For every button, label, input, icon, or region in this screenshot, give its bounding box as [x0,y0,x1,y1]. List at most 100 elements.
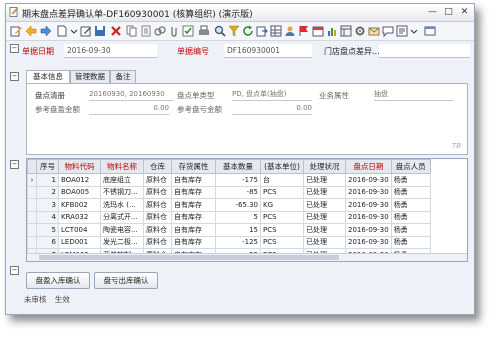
cell-base-unit[interactable]: PCS [260,210,304,224]
cell-process-status[interactable]: 已处理 [303,198,346,212]
cell-material-name[interactable]: 分离式开... [100,210,144,224]
cell-warehouse[interactable]: 原料仓 [143,198,172,212]
cell-stocktake-person[interactable]: 杨勇 [390,173,431,187]
minimize-button[interactable]: — [426,6,439,18]
new-icon[interactable] [56,25,68,37]
stocktake-field[interactable]: 20160930, 20160930 [89,89,174,101]
cell-stock-attribute[interactable]: 自有库存 [171,185,216,199]
col-header-status[interactable]: 处理状况 [303,159,346,174]
cell-stocktake-date[interactable]: 2016-09-30 [345,185,392,199]
cell-process-status[interactable]: 已处理 [303,185,346,199]
cell-stocktake-person[interactable]: 杨勇 [390,210,431,224]
user-icon[interactable] [284,25,296,37]
collapse-toggle-actions[interactable]: − [10,266,19,275]
col-header-date[interactable]: 盘点日期 [345,159,392,174]
col-header-person[interactable]: 盘点人员 [390,159,431,174]
cell-material-name[interactable]: 洗玛水 (... [100,198,144,212]
cell-warehouse[interactable]: 原料仓 [143,210,172,224]
cell-material-name[interactable]: 底座组立 [100,173,144,187]
cell-material-code[interactable]: KRA032 [58,210,101,224]
cell-warehouse[interactable]: 原料仓 [143,185,172,199]
row-pointer[interactable] [27,185,37,199]
cell-row-number[interactable]: 4 [36,210,59,224]
cell-stocktake-date[interactable]: 2016-09-30 [345,223,392,237]
col-header-base-qty[interactable]: 基本数量 [215,159,261,174]
cell-stocktake-person[interactable]: 杨勇 [390,185,431,199]
export-icon[interactable] [256,25,268,37]
cell-row-number[interactable]: 1 [36,173,59,187]
cell-stock-attribute[interactable]: 自有库存 [171,198,216,212]
profit-confirm-button[interactable]: 盘盈入库确认 [26,272,90,289]
row-pointer[interactable] [27,198,37,212]
cell-base-quantity[interactable]: -125 [215,235,261,249]
cell-stock-attribute[interactable]: 自有库存 [171,235,216,249]
cell-row-number[interactable]: 6 [36,235,59,249]
cell-stock-attribute[interactable]: 自有库存 [171,223,216,237]
back-icon[interactable] [25,25,37,37]
cell-process-status[interactable]: 已处理 [303,173,346,187]
delete-icon[interactable] [110,25,122,37]
cell-stocktake-person[interactable]: 杨勇 [390,198,431,212]
cell-stock-attribute[interactable]: 自有库存 [171,173,216,187]
chart-icon[interactable] [326,25,338,37]
table-icon[interactable] [340,25,352,37]
chevron-down-icon[interactable] [408,25,420,37]
maximize-button[interactable]: □ [442,6,455,18]
search-icon[interactable] [214,25,226,37]
cell-stocktake-person[interactable]: 杨勇 [390,235,431,249]
row-pointer[interactable] [27,210,37,224]
cell-material-name[interactable]: 不锈钢刀... [100,185,144,199]
cell-stocktake-date[interactable]: 2016-09-30 [345,198,392,212]
horizontal-scrollbar[interactable] [27,253,467,261]
col-header-stock-attr[interactable]: 存货属性 [171,159,216,174]
cell-warehouse[interactable]: 原料仓 [143,173,172,187]
loss-confirm-button[interactable]: 盘亏出库确认 [94,272,158,289]
cell-warehouse[interactable]: 原料仓 [143,235,172,249]
date-field[interactable]: 2016-09-30 [64,44,157,58]
cell-warehouse[interactable]: 原料仓 [143,223,172,237]
cell-process-status[interactable]: 已处理 [303,210,346,224]
table-row[interactable]: 5 LCT004 陶瓷电容... 原料仓 自有库存 15 PCS 已处理 2016-09-30 杨… [27,223,431,237]
tab-management-data[interactable]: 管理数据 [70,70,110,83]
table-row[interactable]: 3 KFB002 洗玛水 (... 原料仓 自有库存 -65.30 KG 已处理 2016-09… [27,198,431,212]
cell-material-code[interactable]: KFB002 [58,198,101,212]
cell-base-unit[interactable]: 台 [260,173,304,187]
cell-stocktake-person[interactable]: 杨勇 [390,223,431,237]
message-icon[interactable] [382,25,394,37]
cell-base-unit[interactable]: KG [260,198,304,212]
cell-process-status[interactable]: 已处理 [303,235,346,249]
tab-basic-info[interactable]: 基本信息 [26,70,70,84]
document-icon[interactable] [140,25,152,37]
table-row[interactable]: 4 KRA032 分离式开... 原料仓 自有库存 5 PCS 已处理 2016-09-30 杨勇 [27,210,431,224]
link-icon[interactable] [154,25,166,37]
save-icon[interactable] [94,25,106,37]
modify-icon[interactable] [80,25,92,37]
tab-remarks[interactable]: 备注 [110,70,136,83]
cell-row-number[interactable]: 3 [36,198,59,212]
cell-base-unit[interactable]: PCS [260,223,304,237]
cell-stock-attribute[interactable]: 自有库存 [171,210,216,224]
row-pointer[interactable] [27,223,37,237]
cell-material-code[interactable]: LED001 [58,235,101,249]
edit-icon[interactable] [10,25,22,37]
table-row[interactable]: 6 LED001 发光二极... 原料仓 自有库存 -125 PCS 已处理 2016-09-3… [27,235,431,249]
cell-row-number[interactable]: 5 [36,223,59,237]
col-header-name[interactable]: 物料名称 [100,159,144,174]
grid-icon[interactable] [270,25,282,37]
calendar-icon[interactable] [312,25,324,37]
close-button[interactable]: ✕ [458,6,471,18]
cell-material-code[interactable]: BOA012 [58,173,101,187]
cell-stocktake-date[interactable]: 2016-09-30 [345,173,392,187]
check-icon[interactable] [182,25,194,37]
type-field[interactable]: PD, 盘点单(抽盘) [232,89,312,101]
cell-material-name[interactable]: 陶瓷电容... [100,223,144,237]
cell-base-unit[interactable]: PCS [260,235,304,249]
window-icon[interactable] [424,25,436,37]
row-pointer[interactable]: › [27,173,37,187]
collapse-toggle-grid[interactable]: − [10,160,19,169]
collapse-toggle-tabs[interactable]: − [10,72,19,81]
cell-base-quantity[interactable]: 5 [215,210,261,224]
cell-material-code[interactable]: BOA005 [58,185,101,199]
cell-base-quantity[interactable]: -65.30 [215,198,261,212]
filter-icon[interactable] [228,25,240,37]
